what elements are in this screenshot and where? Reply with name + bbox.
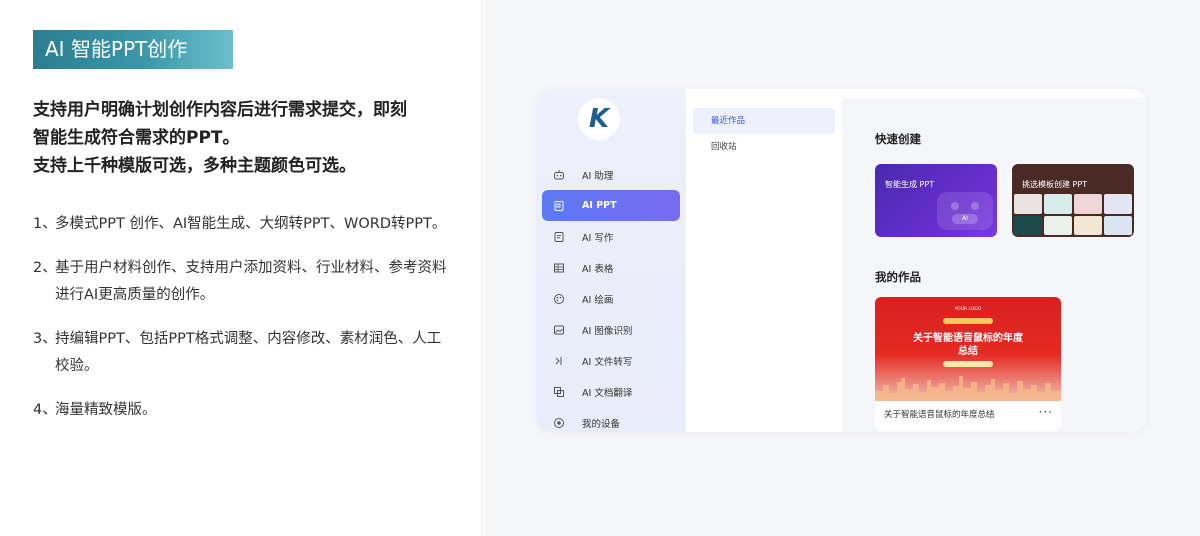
feature-number: 2、	[33, 260, 57, 276]
intro-line: 支持上千种模版可选，多种主题颜色可选。	[33, 156, 356, 176]
sidebar-item-label: AI 表格	[582, 263, 614, 275]
card-label: 挑选模板创建 PPT	[1022, 180, 1088, 189]
sidebar-item-label: AI 文件转写	[582, 356, 633, 368]
thumb-logo: YOUR LOGO	[954, 307, 982, 312]
sidebar-item-ai-ppt[interactable]: AI PPT	[542, 190, 680, 221]
sidebar-item-label: AI 写作	[582, 232, 614, 244]
sidebar-item-ai-assistant[interactable]: AI 助理	[542, 159, 680, 190]
logo-letter: K	[588, 104, 610, 134]
more-options-icon[interactable]: ···	[1039, 405, 1053, 419]
promo-panel: AI 智能PPT创作 支持用户明确计划创作内容后进行需求提交，即刻 智能生成符合…	[0, 0, 481, 536]
city-skyline-image	[875, 376, 1061, 401]
sidebar-item-label: AI PPT	[582, 200, 617, 211]
robot-icon: AI	[937, 192, 993, 230]
sidebar-item-label: AI 图像识别	[582, 325, 633, 337]
thumb-title-line: 总结	[958, 346, 978, 357]
robot-eye	[951, 202, 959, 210]
work-card[interactable]: YOUR LOGO 关于智能语音鼠标的年度 总结 关于智能语音鼠标的年度总结 ·…	[875, 297, 1061, 431]
sidebar-item-label: AI 文档翻译	[582, 387, 633, 399]
feature-text: 基于用户材料创作、支持用户添加资料、行业材料、参考资料进行AI更高质量的创作。	[55, 260, 447, 303]
quick-create-title: 快速创建	[875, 132, 921, 146]
feature-text: 多模式PPT 创作、AI智能生成、大纲转PPT、WORD转PPT。	[55, 216, 447, 232]
feature-number: 4、	[33, 402, 57, 418]
promo-title: AI 智能PPT创作	[33, 30, 233, 69]
sidebar-item-ai-painting[interactable]: AI 绘画	[542, 283, 680, 314]
sub-nav-panel: 最近作品 回收站	[686, 98, 842, 432]
feature-text: 持编辑PPT、包括PPT格式调整、内容修改、素材润色、人工校验。	[55, 331, 442, 374]
sidebar-item-ai-table[interactable]: AI 表格	[542, 252, 680, 283]
thumb-decoration	[943, 361, 993, 367]
template-thumb	[1014, 194, 1042, 214]
sidebar-item-label: 我的设备	[582, 418, 621, 430]
table-icon	[552, 261, 566, 275]
sidebar-item-ai-image-recognition[interactable]: AI 图像识别	[542, 314, 680, 345]
intro-line: 支持用户明确计划创作内容后进行需求提交，即刻	[33, 100, 407, 120]
thumb-decoration	[943, 318, 993, 324]
sidebar-item-ai-transcribe[interactable]: AI 文件转写	[542, 345, 680, 376]
work-thumbnail: YOUR LOGO 关于智能语音鼠标的年度 总结	[875, 297, 1061, 401]
template-thumb	[1014, 215, 1042, 235]
sidebar-item-label: AI 绘画	[582, 294, 614, 306]
feature-number: 3、	[33, 331, 57, 347]
feature-text: 海量精致模版。	[55, 402, 157, 418]
app-logo[interactable]: K	[578, 98, 620, 140]
thumb-title-line: 关于智能语音鼠标的年度	[913, 333, 1023, 344]
app-window: K AI 助理 AI PPT AI 写作 AI 表格 AI 绘画 AI 图像识别…	[536, 89, 1146, 432]
promo-intro: 支持用户明确计划创作内容后进行需求提交，即刻 智能生成符合需求的PPT。 支持上…	[33, 96, 453, 180]
feature-item: 4、 海量精致模版。	[33, 397, 453, 424]
sidebar-item-ai-translate[interactable]: AI 文档翻译	[542, 376, 680, 407]
card-label: 智能生成 PPT	[885, 180, 935, 189]
template-thumb	[1074, 194, 1102, 214]
template-thumbnails	[1012, 192, 1134, 237]
sidebar-nav: AI 助理 AI PPT AI 写作 AI 表格 AI 绘画 AI 图像识别 A…	[542, 159, 680, 432]
feature-item: 2、 基于用户材料创作、支持用户添加资料、行业材料、参考资料进行AI更高质量的创…	[33, 255, 453, 309]
feature-list: 1、 多模式PPT 创作、AI智能生成、大纲转PPT、WORD转PPT。 2、 …	[33, 211, 453, 441]
sidebar-item-my-devices[interactable]: 我的设备	[542, 407, 680, 432]
ppt-icon	[552, 199, 566, 213]
smart-generate-ppt-card[interactable]: 智能生成 PPT AI	[875, 164, 997, 237]
sidebar: K AI 助理 AI PPT AI 写作 AI 表格 AI 绘画 AI 图像识别…	[536, 89, 686, 432]
feature-number: 1、	[33, 216, 57, 232]
paint-icon	[552, 292, 566, 306]
robot-icon	[552, 168, 566, 182]
robot-eye	[971, 202, 979, 210]
template-thumb	[1044, 215, 1072, 235]
template-thumb	[1074, 215, 1102, 235]
template-create-ppt-card[interactable]: 挑选模板创建 PPT	[1012, 164, 1134, 237]
device-icon	[552, 416, 566, 430]
work-title: 关于智能语音鼠标的年度总结	[884, 410, 995, 420]
template-thumb	[1044, 194, 1072, 214]
transcribe-icon	[552, 354, 566, 368]
sidebar-item-ai-writing[interactable]: AI 写作	[542, 221, 680, 252]
sidebar-item-label: AI 助理	[582, 170, 614, 182]
template-thumb	[1104, 215, 1132, 235]
feature-item: 3、 持编辑PPT、包括PPT格式调整、内容修改、素材润色、人工校验。	[33, 326, 453, 380]
main-content: 快速创建 智能生成 PPT AI 挑选模板创建 PPT 我的作品 YOUR LO…	[842, 98, 1146, 432]
thumb-title: 关于智能语音鼠标的年度 总结	[875, 332, 1061, 358]
template-thumb	[1104, 194, 1132, 214]
image-scan-icon	[552, 323, 566, 337]
my-works-title: 我的作品	[875, 270, 921, 284]
sub-nav-recycle-bin[interactable]: 回收站	[693, 134, 835, 160]
write-icon	[552, 230, 566, 244]
ai-badge: AI	[952, 214, 978, 224]
translate-icon	[552, 385, 566, 399]
sub-nav-recent-works[interactable]: 最近作品	[693, 108, 835, 134]
feature-item: 1、 多模式PPT 创作、AI智能生成、大纲转PPT、WORD转PPT。	[33, 211, 453, 238]
intro-line: 智能生成符合需求的PPT。	[33, 128, 240, 148]
